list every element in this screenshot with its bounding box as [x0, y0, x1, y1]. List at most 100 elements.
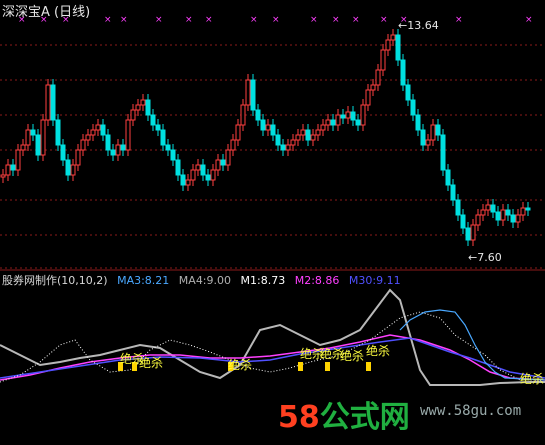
candle-body	[60, 144, 66, 161]
candle-body	[100, 124, 106, 136]
candle-body	[440, 134, 446, 171]
indicator-line-ma4	[0, 288, 545, 386]
candle-body	[385, 39, 391, 51]
candle-body	[165, 144, 171, 151]
marker-icon: ×	[120, 15, 128, 25]
candle-body	[5, 164, 11, 176]
candle-body	[205, 174, 211, 181]
candle-body	[275, 134, 281, 146]
marker-icon: ×	[455, 15, 463, 25]
top-markers: × × × × × × × × × × × × × × × × ×	[18, 15, 533, 25]
candle-body	[410, 99, 416, 116]
candle-body	[510, 214, 516, 223]
candle-body	[400, 59, 406, 86]
candle-body	[220, 159, 226, 166]
marker-icon: ×	[185, 15, 193, 25]
candle-body	[360, 104, 366, 126]
candle-body	[190, 169, 196, 181]
candlestick-series	[0, 29, 531, 246]
candle-body	[210, 169, 216, 181]
candle-body	[525, 207, 531, 211]
candle-body	[500, 209, 506, 221]
candle-body	[430, 124, 436, 141]
arrow-left-icon: ←	[468, 251, 478, 264]
indicator-name: 股券网制作(10,10,2)	[2, 274, 108, 287]
candle-body	[445, 169, 451, 186]
candle-body	[130, 109, 136, 121]
candle-body	[15, 149, 21, 171]
candle-body	[105, 134, 111, 151]
marker-icon: ×	[104, 15, 112, 25]
candle-body	[135, 104, 141, 111]
legend-m30: M30:9.11	[348, 274, 401, 287]
candle-body	[10, 164, 16, 171]
candle-body	[200, 164, 206, 176]
marker-icon: ×	[250, 15, 258, 25]
legend-ma4: MA4:9.00	[178, 274, 232, 287]
candle-body	[80, 139, 86, 151]
candle-body	[505, 209, 511, 216]
marker-icon: ×	[155, 15, 163, 25]
marker-icon: ×	[352, 15, 360, 25]
candle-body	[35, 134, 41, 156]
candle-body	[345, 111, 351, 119]
legend-m2: M2:8.86	[294, 274, 340, 287]
candle-body	[155, 124, 161, 131]
candle-body	[75, 149, 81, 166]
candle-body	[250, 79, 256, 111]
low-price-label: ←7.60	[468, 251, 502, 264]
candle-body	[255, 109, 261, 121]
candle-body	[320, 124, 326, 131]
candle-body	[225, 149, 231, 166]
candle-body	[150, 114, 156, 126]
signal-bar	[325, 362, 330, 371]
watermark-logo: 58公式网	[278, 392, 410, 436]
candle-body	[140, 99, 146, 106]
indicator-lines	[0, 288, 545, 386]
candle-body	[245, 79, 251, 106]
candle-body	[95, 124, 101, 131]
marker-icon: ×	[380, 15, 388, 25]
candle-body	[375, 69, 381, 86]
candle-body	[335, 114, 341, 126]
candle-body	[315, 129, 321, 136]
candle-body	[240, 104, 246, 126]
legend-ma3: MA3:8.21	[117, 274, 170, 287]
candle-body	[325, 119, 331, 126]
candle-body	[160, 129, 166, 146]
candle-body	[305, 129, 311, 141]
candle-body	[475, 214, 481, 226]
candle-body	[370, 84, 376, 91]
candle-body	[65, 159, 71, 176]
candle-body	[40, 119, 46, 156]
candle-body	[120, 144, 126, 151]
candle-body	[85, 134, 91, 141]
candle-body	[55, 119, 61, 146]
candle-body	[520, 207, 526, 216]
chart-canvas[interactable]: × × × × × × × × × × × × × × × × ×	[0, 0, 545, 445]
signal-label: 绝杀	[139, 356, 164, 370]
candle-body	[280, 144, 286, 151]
signal-bar	[366, 362, 371, 371]
candle-body	[355, 119, 361, 126]
candle-body	[175, 159, 181, 176]
marker-icon: ×	[310, 15, 318, 25]
candle-body	[195, 164, 201, 171]
candle-body	[350, 111, 356, 121]
candle-body	[480, 209, 486, 216]
signal-label: 绝杀	[340, 349, 365, 363]
candle-body	[395, 34, 401, 61]
price-grid	[0, 44, 545, 269]
candle-body	[390, 34, 396, 41]
candle-body	[490, 204, 496, 213]
candle-body	[0, 174, 6, 178]
candle-body	[215, 159, 221, 171]
candle-body	[485, 204, 491, 211]
candle-body	[145, 99, 151, 116]
candle-body	[380, 49, 386, 71]
candle-body	[270, 124, 276, 136]
high-price-label: ←13.64	[398, 19, 439, 32]
candle-body	[295, 134, 301, 141]
candle-body	[70, 164, 76, 176]
candle-body	[340, 114, 346, 119]
